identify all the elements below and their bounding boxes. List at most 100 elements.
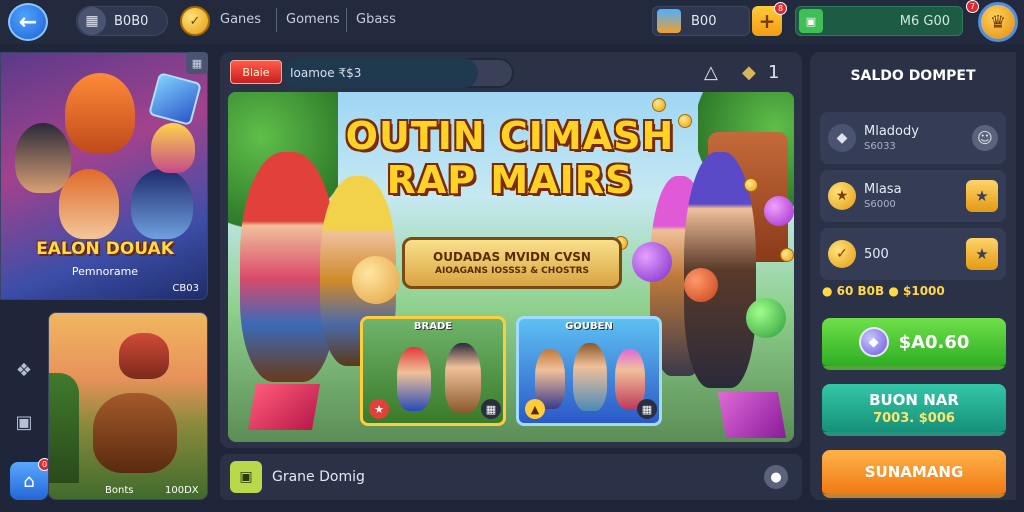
wallet-row[interactable]: ✓ 500 ★ [820, 228, 1006, 280]
buy-now-button[interactable]: BUON NAR 7003. $006 [822, 384, 1006, 436]
mode-card-title: GOUBEN [565, 321, 613, 332]
mode-badge-icon: ▲ [525, 399, 545, 419]
promo-left-text: Bonts [105, 485, 134, 496]
game-row-label: Grane Domig [272, 469, 365, 485]
mode-character [445, 343, 481, 413]
controller-icon: ▦ [78, 7, 106, 35]
hero-character [15, 123, 71, 193]
tree-decoration [49, 373, 79, 483]
hero-character [131, 169, 193, 239]
hero-character [151, 123, 195, 173]
hero-price: CB03 [172, 283, 199, 294]
event-text: Ioamoe ₹$3 [290, 66, 362, 80]
coin-icon: ★ [828, 182, 856, 210]
red-block [247, 384, 321, 430]
puzzle-icon[interactable]: ❖ [10, 356, 38, 384]
wallet-row-name: 500 [864, 246, 889, 262]
game-row[interactable]: ▣ Grane Domig ● [220, 454, 802, 500]
alert-icon[interactable]: △ [704, 62, 718, 83]
topup-button[interactable]: ◆ $A0.60 [822, 318, 1006, 370]
star-button[interactable]: ★ [966, 180, 998, 212]
profile-button[interactable]: ♛ [978, 2, 1018, 42]
smile-icon[interactable]: ☺ [972, 125, 998, 151]
green-orb [746, 298, 786, 338]
pink-orb [764, 196, 794, 226]
coin-icon: ✓ [828, 240, 856, 268]
back-button[interactable]: ← [8, 3, 48, 41]
resource-value: B00 [691, 13, 717, 29]
camera-icon[interactable]: ▣ [10, 408, 38, 436]
wallet-row[interactable]: ◆ Mladody S6033 ☺ [820, 112, 1006, 164]
ribbon-sub-text: AIOAGANS IOSSS3 & CHOSTRS [434, 266, 590, 276]
buy-now-label: BUON NAR [869, 390, 959, 409]
ribbon-main-text: OUDADAS MVIDN CVSN [433, 250, 591, 264]
nav-divider [276, 8, 277, 32]
wallet-chip[interactable]: ▣ M6 G00 [795, 6, 963, 36]
game-icon: ▣ [230, 461, 262, 493]
crown-icon: ♛ [989, 11, 1007, 33]
summon-button-label: SUNAMANG [864, 463, 964, 481]
gem-icon: ◆ [858, 327, 889, 357]
red-orb [684, 268, 718, 302]
page-number: 1 [768, 62, 780, 83]
monster-character [93, 393, 177, 473]
notification-badge: 8 [774, 2, 787, 15]
event-tag[interactable]: Blaie [230, 60, 282, 84]
coin-icon [780, 248, 794, 262]
tag-icon: ◆ [828, 124, 856, 152]
hero-title: EALON DOUAK [36, 239, 174, 259]
mode-badge-icon: ★ [369, 399, 389, 419]
chest-icon [657, 9, 681, 33]
mode-info-icon[interactable]: ▦ [481, 399, 501, 419]
wallet-row[interactable]: ★ Mlasa S6000 ★ [820, 170, 1006, 222]
wallet-row-name: Mladody [864, 124, 919, 139]
account-value: B0B0 [114, 13, 149, 29]
banner-ribbon: OUDADAS MVIDN CVSN AIOAGANS IOSSS3 & CHO… [402, 237, 622, 289]
wallet-icon: ▣ [799, 9, 823, 33]
arrow-left-icon: ← [18, 9, 38, 35]
purple-orb [632, 242, 672, 282]
flying-monster [119, 333, 169, 379]
buy-now-price: 7003. $006 [873, 410, 955, 426]
mode-card-gouben[interactable]: GOUBEN ▲ ▦ [516, 316, 662, 426]
hero-character [65, 73, 135, 153]
mode-character [573, 343, 607, 411]
promo-right-text: 100DX [165, 485, 199, 496]
wallet-panel-title: SALDO DOMPET [850, 68, 976, 84]
mode-character [397, 347, 431, 411]
nav-divider [346, 8, 347, 32]
balance-summary: ● 60 B0B ● $1000 [822, 284, 945, 298]
wallet-row-value: S6033 [864, 141, 896, 152]
nav-link-gomens[interactable]: Gomens [286, 12, 340, 27]
hero-card[interactable]: EALON DOUAK Pemnorame CB03 [0, 52, 208, 300]
coin-icon[interactable]: ✓ [180, 6, 210, 36]
promo-card[interactable]: Bonts 100DX [48, 312, 208, 500]
banner-title-line2: RAP MAIRS [386, 158, 634, 202]
coin-icon [744, 178, 758, 192]
coin-icon [652, 98, 666, 112]
summon-button[interactable]: SUNAMANG [822, 450, 1006, 498]
info-icon[interactable]: ● [764, 465, 788, 489]
nav-link-gbass[interactable]: Gbass [356, 12, 396, 27]
hero-character [59, 169, 119, 239]
mode-card-title: BRADE [413, 321, 453, 332]
star-button[interactable]: ★ [966, 238, 998, 270]
banner-title: OUTIN CIMASH RAP MAIRS [330, 114, 690, 202]
profile-badge: 7 [966, 0, 979, 13]
purple-block [717, 392, 787, 438]
nav-link-games[interactable]: Ganes [220, 12, 261, 27]
wallet-value: M6 G00 [899, 13, 950, 29]
topup-button-label: $A0.60 [898, 331, 970, 353]
expand-icon[interactable]: ▦ [186, 52, 208, 74]
resource-chip[interactable]: B00 [652, 6, 750, 36]
gift-icon[interactable]: ◆ [742, 62, 756, 83]
wallet-row-value: S6000 [864, 199, 896, 210]
wallet-row-name: Mlasa [864, 182, 902, 197]
mode-info-icon[interactable]: ▦ [637, 399, 657, 419]
gem-cube-icon [148, 72, 202, 126]
dice-orb [352, 256, 400, 304]
home-icon: ⌂ [23, 470, 35, 492]
mode-card-brade[interactable]: BRADE ★ ▦ [360, 316, 506, 426]
banner-title-line1: OUTIN CIMASH [345, 114, 675, 158]
account-chip[interactable]: ▦ B0B0 [76, 6, 168, 36]
